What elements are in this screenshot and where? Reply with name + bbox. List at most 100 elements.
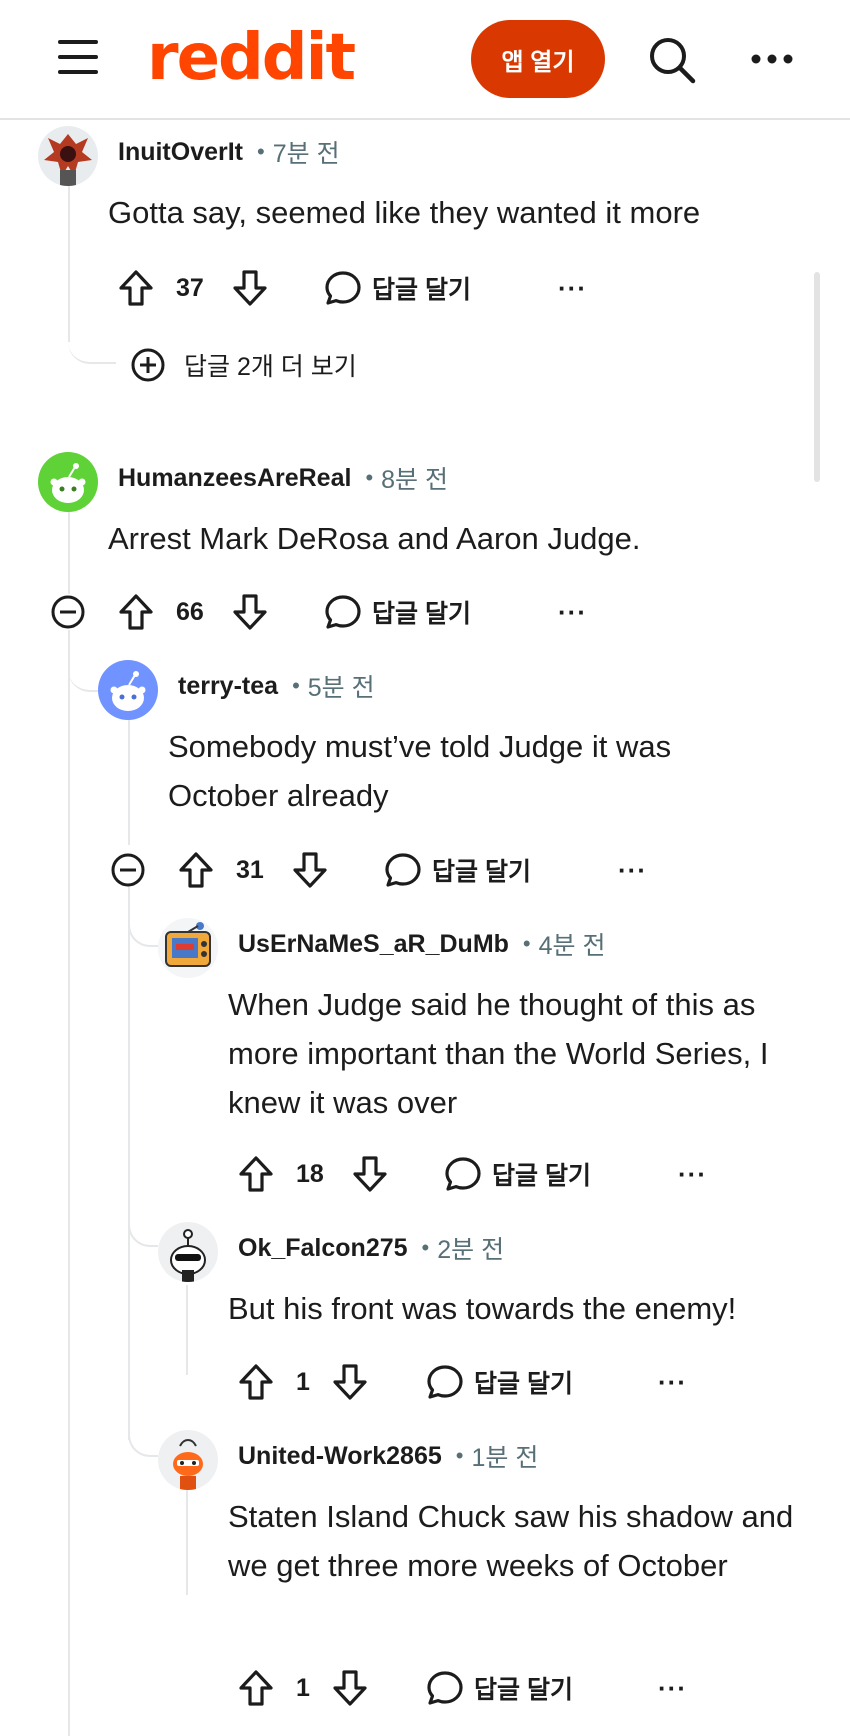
downvote-icon[interactable] (332, 1662, 368, 1714)
more-replies-label: 답글 2개 더 보기 (184, 353, 357, 381)
more-options-icon[interactable]: ··· (658, 1662, 687, 1714)
comment-actions: 37 답글 달기 ··· (118, 262, 618, 314)
avatar[interactable] (38, 452, 98, 512)
comment-body: Somebody must’ve told Judge it was Octob… (168, 729, 672, 813)
more-options-icon[interactable] (748, 42, 796, 76)
comment-actions: 18 답글 달기 ··· (238, 1148, 738, 1200)
comment-meta: HumanzeesAreReal • 8분 전 (118, 458, 448, 498)
comment-body: When Judge said he thought of this as mo… (228, 987, 769, 1120)
upvote-icon[interactable] (238, 1662, 274, 1714)
downvote-icon[interactable] (352, 1148, 388, 1200)
thread-line (128, 1395, 158, 1457)
comment-icon (325, 271, 361, 305)
avatar[interactable] (158, 1430, 218, 1490)
reply-label: 답글 달기 (474, 1676, 573, 1704)
comment-body: Arrest Mark DeRosa and Aaron Judge. (108, 521, 641, 556)
upvote-icon[interactable] (238, 1356, 274, 1408)
comment-meta: UsErNaMeS_aR_DuMb • 4분 전 (238, 924, 605, 964)
vote-count: 37 (176, 273, 204, 302)
thread-line (128, 885, 130, 1440)
reply-label: 답글 달기 (474, 1370, 573, 1398)
downvote-icon[interactable] (232, 262, 268, 314)
more-options-icon[interactable]: ··· (618, 844, 647, 896)
reply-button[interactable]: 답글 달기 (324, 586, 471, 638)
more-options-icon[interactable]: ··· (658, 1356, 687, 1408)
downvote-icon[interactable] (332, 1356, 368, 1408)
avatar[interactable] (158, 918, 218, 978)
comment-icon (427, 1671, 463, 1705)
username[interactable]: terry-tea (178, 672, 278, 701)
comment-meta: InuitOverIt • 7분 전 (118, 132, 340, 172)
username[interactable]: UsErNaMeS_aR_DuMb (238, 930, 509, 959)
vote-count: 18 (296, 1159, 324, 1188)
comment-meta: Ok_Falcon275 • 2분 전 (238, 1228, 504, 1268)
timestamp: 5분 전 (307, 674, 375, 702)
minus-circle-icon[interactable] (110, 852, 146, 888)
reply-label: 답글 달기 (432, 858, 531, 886)
reddit-logo[interactable]: reddit (147, 18, 356, 98)
reply-label: 답글 달기 (372, 276, 471, 304)
comment-icon (427, 1365, 463, 1399)
username[interactable]: United-Work2865 (238, 1442, 442, 1471)
thread-line (186, 1285, 188, 1375)
thread-line (68, 630, 70, 1736)
comment-icon (385, 853, 421, 887)
plus-circle-icon (131, 348, 165, 382)
reply-button[interactable]: 답글 달기 (384, 844, 531, 896)
comment-meta: United-Work2865 • 1분 전 (238, 1436, 538, 1476)
separator-dot: • (522, 931, 531, 956)
avatar[interactable] (98, 660, 158, 720)
thread-line (128, 885, 158, 947)
username[interactable]: HumanzeesAreReal (118, 464, 351, 493)
comment-body: Gotta say, seemed like they wanted it mo… (108, 195, 701, 230)
thread-line (128, 1185, 158, 1247)
minus-circle-icon[interactable] (50, 594, 86, 630)
vote-count: 66 (176, 597, 204, 626)
timestamp: 7분 전 (272, 140, 340, 168)
vote-count: 31 (236, 855, 264, 884)
comment-meta: terry-tea • 5분 전 (178, 666, 375, 706)
thread-line (68, 170, 70, 342)
thread-line (186, 1475, 188, 1595)
reply-button[interactable]: 답글 달기 (324, 262, 471, 314)
reply-label: 답글 달기 (492, 1162, 591, 1190)
upvote-icon[interactable] (238, 1148, 274, 1200)
open-app-button[interactable]: 앱 열기 (471, 20, 605, 98)
reply-button[interactable]: 답글 달기 (444, 1148, 591, 1200)
reply-button[interactable]: 답글 달기 (426, 1662, 573, 1714)
vote-count: 1 (296, 1367, 310, 1396)
comment-actions: 1 답글 달기 ··· (238, 1356, 738, 1408)
upvote-icon[interactable] (178, 844, 214, 896)
comment-body: But his front was towards the enemy! (228, 1291, 737, 1326)
comment-icon (445, 1157, 481, 1191)
vote-count: 1 (296, 1673, 310, 1702)
downvote-icon[interactable] (292, 844, 328, 896)
thread-line (68, 510, 70, 594)
menu-icon[interactable] (58, 40, 100, 74)
reply-label: 답글 달기 (372, 600, 471, 628)
separator-dot: • (292, 673, 300, 698)
more-replies-button[interactable]: 답글 2개 더 보기 (130, 341, 357, 389)
username[interactable]: InuitOverIt (118, 138, 243, 167)
separator-dot: • (455, 1443, 464, 1468)
more-options-icon[interactable]: ··· (678, 1148, 707, 1200)
upvote-icon[interactable] (118, 262, 154, 314)
reply-button[interactable]: 답글 달기 (426, 1356, 573, 1408)
comment-icon (325, 595, 361, 629)
avatar[interactable] (38, 126, 98, 186)
scrollbar[interactable] (814, 272, 820, 482)
more-options-icon[interactable]: ··· (558, 586, 587, 638)
downvote-icon[interactable] (232, 586, 268, 638)
avatar[interactable] (158, 1222, 218, 1282)
thread-line (68, 630, 98, 692)
comment-actions: 66 답글 달기 ··· (118, 586, 618, 638)
timestamp: 1분 전 (471, 1444, 539, 1472)
username[interactable]: Ok_Falcon275 (238, 1234, 408, 1263)
separator-dot: • (257, 139, 265, 164)
comment-body: Staten Island Chuck saw his shadow and w… (228, 1499, 794, 1583)
search-icon[interactable] (648, 36, 696, 84)
separator-dot: • (365, 465, 374, 490)
upvote-icon[interactable] (118, 586, 154, 638)
more-options-icon[interactable]: ··· (558, 262, 587, 314)
thread-line (68, 320, 116, 364)
